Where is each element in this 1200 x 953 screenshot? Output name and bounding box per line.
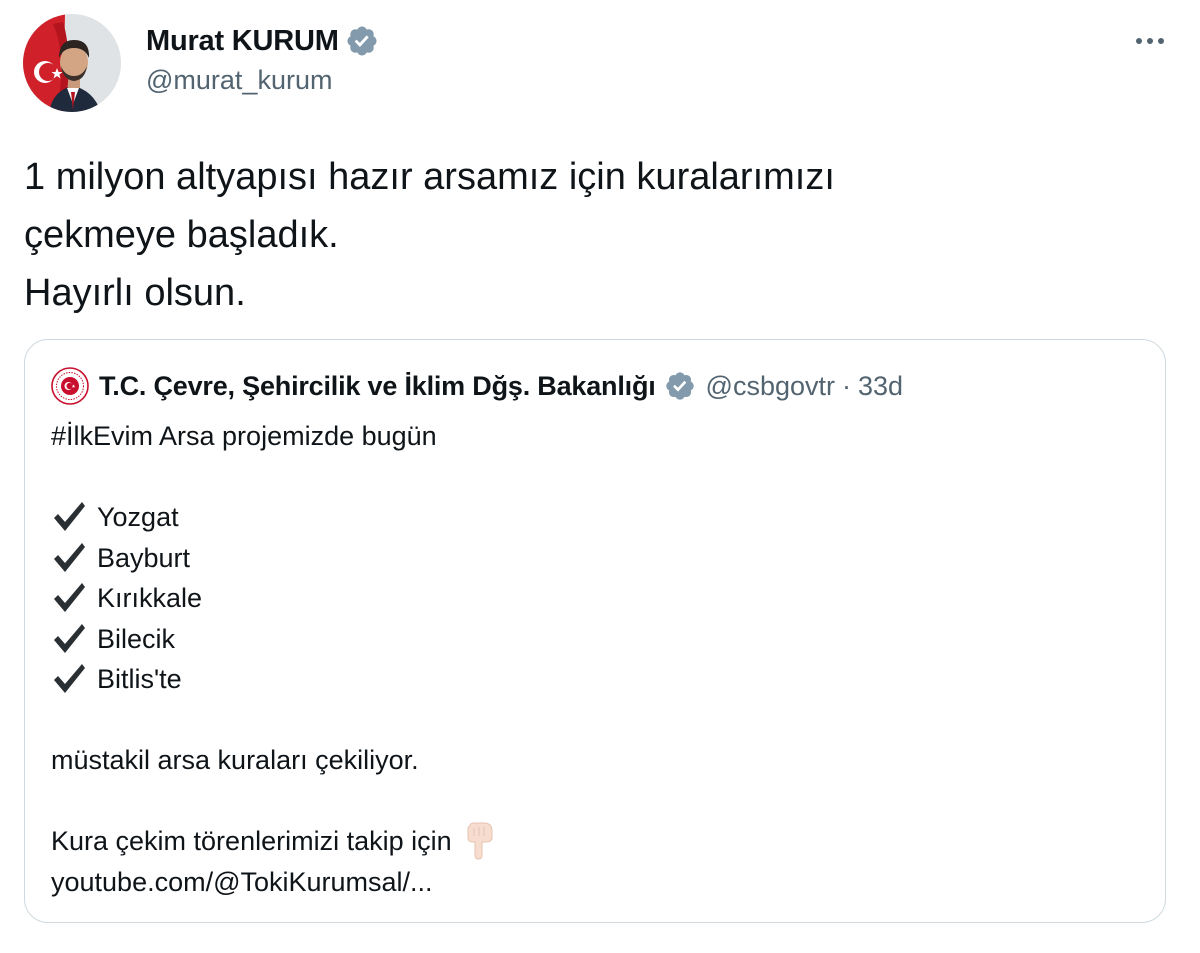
verified-badge-icon	[664, 370, 696, 402]
more-options-icon[interactable]	[1128, 26, 1172, 56]
quote-header: T.C. Çevre, Şehircilik ve İklim Dğş. Bak…	[51, 366, 903, 406]
check-mark-icon	[51, 580, 87, 616]
quote-separator: ·	[842, 370, 851, 401]
check-mark-icon	[51, 499, 87, 535]
more-dot	[1147, 38, 1153, 44]
author-name-row: Murat KURUM	[146, 22, 379, 60]
city-list-item: Bayburt	[51, 538, 1131, 579]
check-mark-icon	[51, 621, 87, 657]
tweet-text-line: Hayırlı olsun.	[24, 272, 246, 314]
tweet-text: 1 milyon altyapısı hazır arsamız için ku…	[24, 148, 1144, 322]
tweet-text-line: çekmeye başladık.	[24, 214, 339, 256]
city-name: Bayburt	[97, 542, 191, 573]
hashtag-line[interactable]: #İlkEvim Arsa projemizde bugün	[51, 416, 437, 457]
backhand-index-pointing-down-icon	[462, 822, 496, 860]
quote-author-handle[interactable]: @csbgovtr	[706, 371, 835, 402]
quote-timestamp[interactable]: 33d	[858, 371, 903, 402]
city-list-item: Bilecik	[51, 619, 1131, 660]
quote-intro: #İlkEvim Arsa projemizde bugün	[51, 416, 1131, 457]
follow-text: Kura çekim törenlerimizi takip için	[51, 826, 452, 856]
check-mark-icon	[51, 540, 87, 576]
more-dot	[1158, 38, 1164, 44]
author-avatar[interactable]	[23, 14, 121, 112]
quote-statement: müstakil arsa kuraları çekiliyor.	[51, 740, 1131, 781]
quoted-tweet[interactable]: T.C. Çevre, Şehircilik ve İklim Dğş. Bak…	[24, 339, 1166, 923]
youtube-link[interactable]: youtube.com/@TokiKurumsal/...	[51, 862, 433, 903]
city-name: Bilecik	[97, 623, 176, 654]
quote-link-line: youtube.com/@TokiKurumsal/...	[51, 862, 1131, 903]
author-handle[interactable]: @murat_kurum	[146, 65, 332, 96]
more-dot	[1136, 38, 1142, 44]
verified-badge-icon	[345, 24, 379, 58]
quote-follow: Kura çekim törenlerimizi takip için	[51, 821, 1131, 862]
check-mark-icon	[51, 661, 87, 697]
city-name: Bitlis'te	[97, 664, 182, 694]
tweet-card: Murat KURUM @murat_kurum 1 milyon altyap…	[0, 0, 1200, 953]
city-name: Kırıkkale	[97, 583, 203, 613]
statement-text: müstakil arsa kuraları çekiliyor.	[51, 745, 419, 775]
city-name: Yozgat	[97, 502, 179, 532]
city-list-item: Yozgat	[51, 497, 1131, 538]
city-list-item: Bitlis'te	[51, 659, 1131, 700]
tweet-text-line: 1 milyon altyapısı hazır arsamız için ku…	[24, 156, 835, 198]
quote-body: #İlkEvim Arsa projemizde bugün Yozgat Ba…	[51, 416, 1131, 902]
city-list-item: Kırıkkale	[51, 578, 1131, 619]
quote-author-name[interactable]: T.C. Çevre, Şehircilik ve İklim Dğş. Bak…	[99, 371, 656, 402]
ministry-logo-icon[interactable]	[51, 367, 89, 405]
author-name[interactable]: Murat KURUM	[146, 25, 339, 58]
